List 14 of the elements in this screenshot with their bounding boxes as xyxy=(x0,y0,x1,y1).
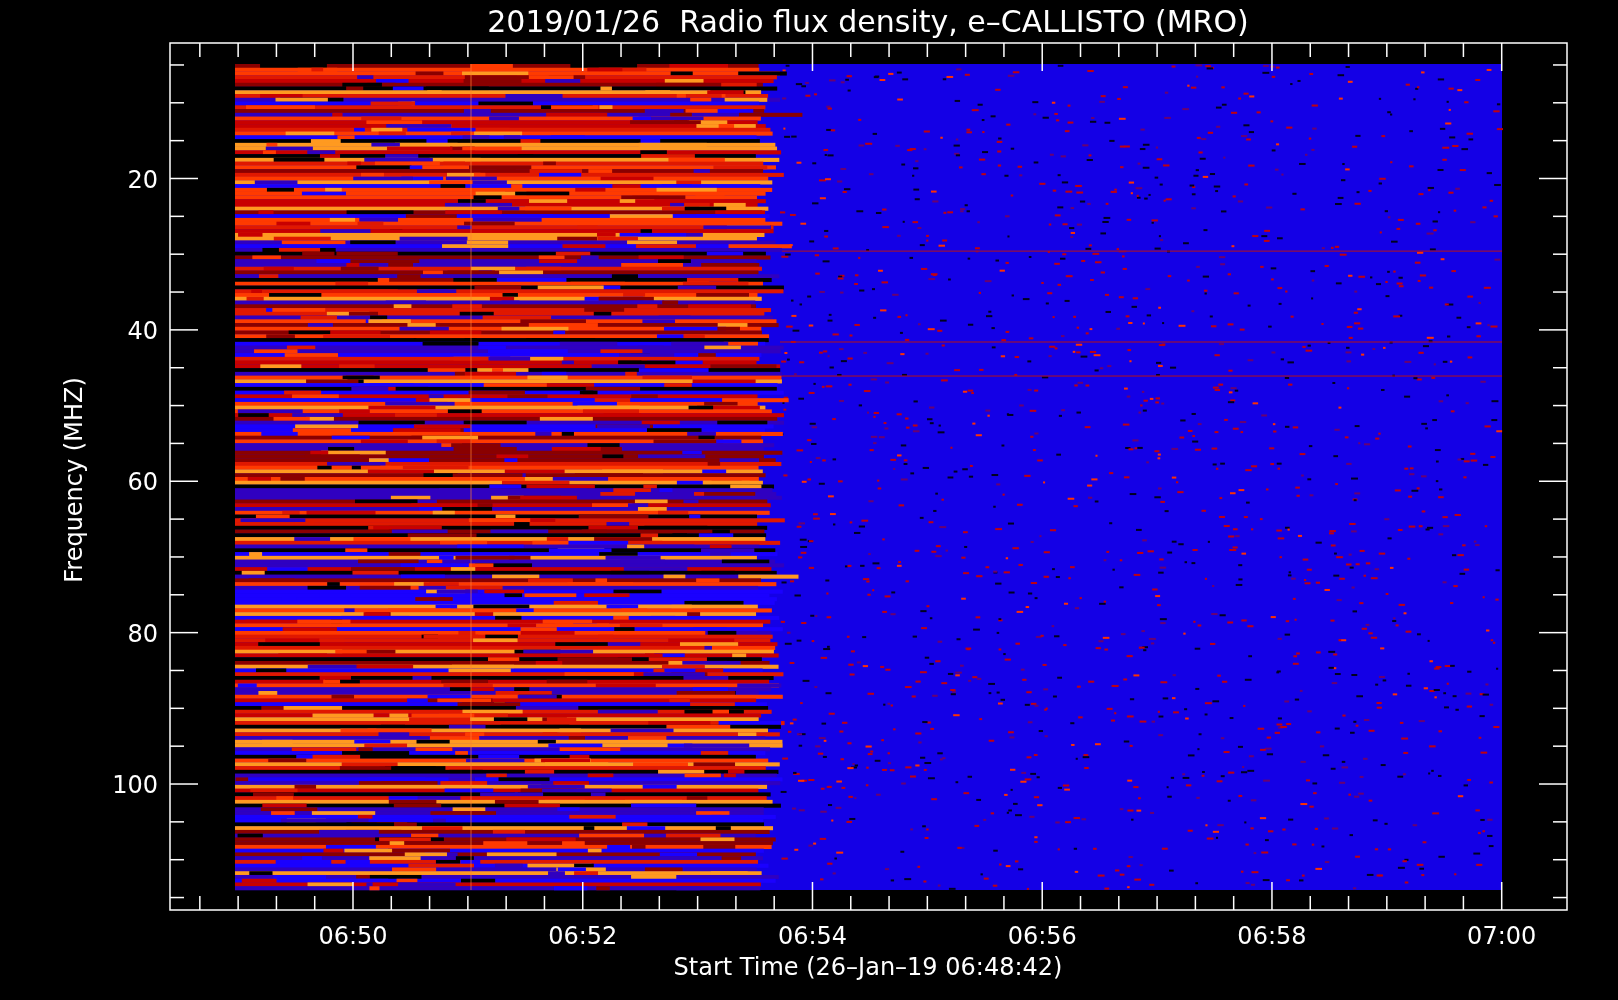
y-tick-label: 20 xyxy=(127,165,158,194)
x-tick-label: 06:54 xyxy=(777,922,848,950)
x-tick-label: 06:56 xyxy=(1007,922,1077,950)
y-tick-label: 80 xyxy=(127,619,158,648)
y-tick-label: 40 xyxy=(127,316,158,345)
x-tick-label: 06:50 xyxy=(318,922,388,950)
y-tick-label: 60 xyxy=(127,468,158,497)
y-tick-label: 100 xyxy=(112,771,158,799)
x-axis-title: Start Time (26–Jan–19 06:48:42) xyxy=(673,953,1063,981)
x-tick-label: 06:58 xyxy=(1237,922,1307,950)
x-tick-label: 06:52 xyxy=(548,922,618,950)
x-tick-label: 07:00 xyxy=(1467,922,1537,950)
y-axis-title: Frequency (MHZ) xyxy=(60,377,88,583)
chart-title: 2019/01/26 Radio flux density, e–CALLISTO (MRO) xyxy=(487,4,1249,39)
